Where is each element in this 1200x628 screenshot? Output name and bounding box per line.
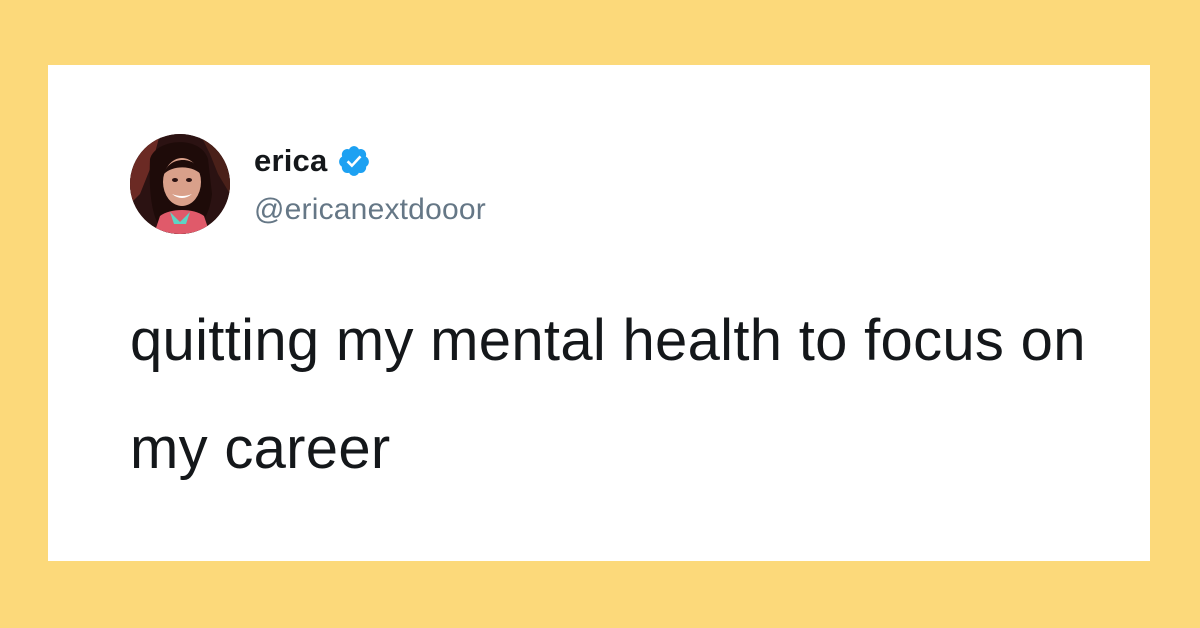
user-handle[interactable]: @ericanextdooor — [254, 193, 486, 227]
profile-photo — [130, 134, 230, 234]
display-name[interactable]: erica — [254, 143, 327, 179]
verified-badge-icon — [337, 144, 371, 178]
avatar[interactable] — [130, 134, 230, 234]
tweet-text: quitting my mental health to focus on my… — [130, 308, 1086, 481]
tweet-card: erica @ericanextdooor quitting my mental… — [48, 65, 1150, 561]
author-name-row: erica — [254, 143, 371, 179]
page-background: { "colors": { "background": "#fcd97a", "… — [0, 0, 1200, 628]
